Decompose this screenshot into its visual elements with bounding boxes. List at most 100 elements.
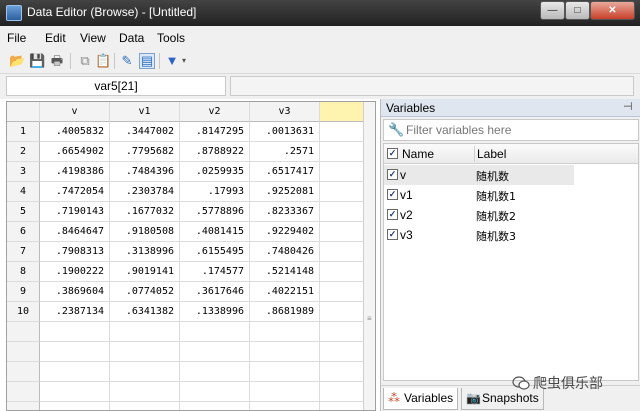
column-header-empty[interactable]	[320, 102, 364, 122]
grid-cell[interactable]: .17993	[180, 182, 250, 202]
variable-filter-input[interactable]	[406, 122, 634, 138]
grid-cell[interactable]	[250, 322, 320, 342]
grid-cell[interactable]: .2387134	[40, 302, 110, 322]
grid-cell[interactable]	[110, 342, 180, 362]
row-number[interactable]	[7, 362, 40, 382]
grid-cell[interactable]	[40, 322, 110, 342]
grid-cell[interactable]	[40, 342, 110, 362]
grid-cell[interactable]: .7908313	[40, 242, 110, 262]
grid-cell-empty[interactable]	[320, 302, 364, 322]
menu-tools[interactable]: Tools	[157, 31, 185, 45]
variable-checkbox[interactable]: ✓	[387, 209, 398, 220]
row-number[interactable]: 1	[7, 122, 40, 142]
row-number[interactable]	[7, 342, 40, 362]
variable-checkbox[interactable]: ✓	[387, 189, 398, 200]
grid-cell[interactable]: .0774052	[110, 282, 180, 302]
save-icon[interactable]: 💾	[29, 53, 45, 69]
filter-icon[interactable]: ▼	[164, 53, 180, 69]
grid-cell-empty[interactable]	[320, 322, 364, 342]
grid-cell[interactable]: .8233367	[250, 202, 320, 222]
grid-cell[interactable]: .174577	[180, 262, 250, 282]
close-button[interactable]: ✕	[590, 1, 635, 20]
grid-cell[interactable]: .3869604	[40, 282, 110, 302]
grid-cell-empty[interactable]	[320, 382, 364, 402]
row-number[interactable]: 4	[7, 182, 40, 202]
variable-row[interactable]: ✓ v 随机数	[384, 165, 574, 185]
grid-cell[interactable]: .7472054	[40, 182, 110, 202]
row-number[interactable]: 8	[7, 262, 40, 282]
row-number[interactable]: 6	[7, 222, 40, 242]
grid-cell[interactable]: .9229402	[250, 222, 320, 242]
grid-cell[interactable]: .2303784	[110, 182, 180, 202]
column-header-label[interactable]: Label	[477, 147, 506, 161]
grid-cell[interactable]: .7480426	[250, 242, 320, 262]
grid-cell[interactable]: .4198386	[40, 162, 110, 182]
minimize-button[interactable]: —	[540, 1, 565, 20]
chevron-down-icon[interactable]: ▾	[180, 53, 188, 69]
variable-checkbox[interactable]: ✓	[387, 229, 398, 240]
grid-cell[interactable]	[180, 342, 250, 362]
pin-icon[interactable]: ⊣	[623, 100, 633, 113]
column-header[interactable]: v3	[250, 102, 320, 122]
grid-cell[interactable]: .4005832	[40, 122, 110, 142]
grid-cell[interactable]: .8788922	[180, 142, 250, 162]
select-all-checkbox[interactable]: ✓	[387, 148, 398, 159]
grid-corner[interactable]	[7, 102, 40, 122]
variable-checkbox[interactable]: ✓	[387, 169, 398, 180]
row-number[interactable]: 5	[7, 202, 40, 222]
grid-cell[interactable]	[180, 382, 250, 402]
grid-cell[interactable]	[180, 402, 250, 410]
grid-cell[interactable]: .7190143	[40, 202, 110, 222]
row-number[interactable]: 7	[7, 242, 40, 262]
grid-cell-empty[interactable]	[320, 362, 364, 382]
copy-icon[interactable]: ⧉	[77, 53, 93, 69]
grid-cell[interactable]: .6517417	[250, 162, 320, 182]
grid-cell[interactable]: .2571	[250, 142, 320, 162]
grid-cell[interactable]: .4022151	[250, 282, 320, 302]
grid-cell[interactable]: .5778896	[180, 202, 250, 222]
variable-row[interactable]: ✓ v1 随机数1	[384, 185, 574, 205]
grid-cell[interactable]: .3617646	[180, 282, 250, 302]
grid-cell[interactable]	[40, 362, 110, 382]
grid-cell[interactable]	[40, 402, 110, 410]
column-divider[interactable]	[474, 146, 475, 162]
grid-cell-empty[interactable]	[320, 162, 364, 182]
grid-cell[interactable]	[40, 382, 110, 402]
grid-cell-empty[interactable]	[320, 282, 364, 302]
grid-cell[interactable]: .9019141	[110, 262, 180, 282]
column-header[interactable]: v2	[180, 102, 250, 122]
menu-file[interactable]: File	[7, 31, 26, 45]
grid-cell[interactable]: .3138996	[110, 242, 180, 262]
grid-cell[interactable]: .0013631	[250, 122, 320, 142]
grid-vertical-scrollbar[interactable]: ≡	[363, 102, 375, 410]
grid-cell-empty[interactable]	[320, 242, 364, 262]
grid-cell[interactable]	[180, 322, 250, 342]
print-icon[interactable]: 🖶	[49, 53, 65, 69]
variable-row[interactable]: ✓ v2 随机数2	[384, 205, 574, 225]
grid-cell-empty[interactable]	[320, 402, 364, 410]
menu-data[interactable]: Data	[119, 31, 144, 45]
menu-view[interactable]: View	[80, 31, 106, 45]
grid-cell-empty[interactable]	[320, 142, 364, 162]
row-number[interactable]: 2	[7, 142, 40, 162]
maximize-button[interactable]: □	[565, 1, 590, 20]
grid-cell[interactable]: .6341382	[110, 302, 180, 322]
grid-cell[interactable]	[250, 382, 320, 402]
grid-cell[interactable]	[110, 402, 180, 410]
grid-cell[interactable]	[250, 342, 320, 362]
tab-variables[interactable]: ⁂ Variables	[383, 388, 459, 410]
row-number[interactable]: 3	[7, 162, 40, 182]
grid-cell-empty[interactable]	[320, 262, 364, 282]
open-folder-icon[interactable]: 📂	[9, 53, 25, 69]
grid-cell[interactable]: .9252081	[250, 182, 320, 202]
grid-cell[interactable]: .8147295	[180, 122, 250, 142]
column-header-name[interactable]: Name	[402, 147, 434, 161]
grid-cell[interactable]: .7795682	[110, 142, 180, 162]
grid-cell[interactable]: .8681989	[250, 302, 320, 322]
scroll-grip-icon[interactable]: ≡	[367, 315, 372, 323]
variable-filter-box[interactable]: 🔧	[383, 119, 639, 141]
grid-cell-empty[interactable]	[320, 342, 364, 362]
grid-cell[interactable]: .3447002	[110, 122, 180, 142]
column-header[interactable]: v	[40, 102, 110, 122]
data-grid[interactable]: .8681989.1338996.6341382.2387134 10 .40221…	[6, 101, 376, 411]
